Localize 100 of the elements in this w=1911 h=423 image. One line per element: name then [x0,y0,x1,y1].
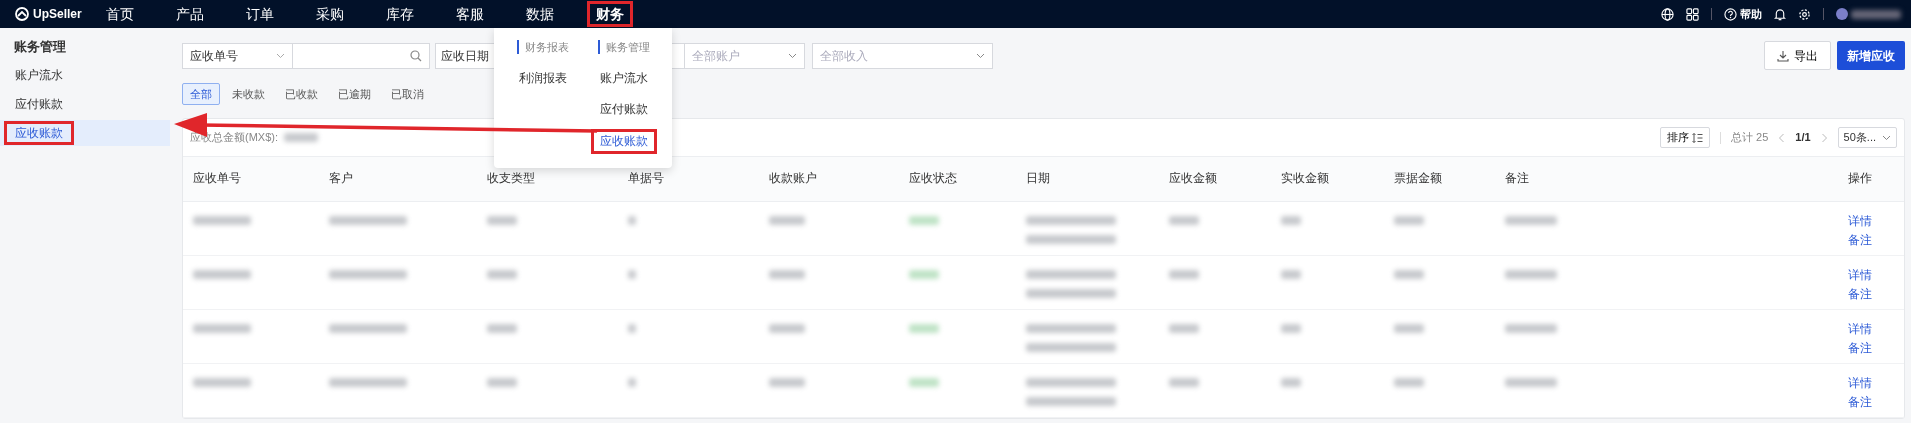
redacted-text [1394,215,1424,225]
redacted-text [1505,269,1557,279]
avatar-icon[interactable] [1836,8,1848,20]
column-header: 应收金额 [1169,172,1217,185]
nav-item[interactable]: 数据 [517,1,563,27]
menu-item[interactable]: 账户流水 [590,66,657,92]
redacted-text [487,269,517,279]
menu-item[interactable]: 应付账款 [590,97,657,123]
search-icon [410,49,422,62]
export-button[interactable]: 导出 [1764,41,1831,70]
column-header: 实收金额 [1281,172,1329,185]
menu-item[interactable]: 应收账款 [590,128,657,154]
redacted-text [628,215,636,225]
redacted-text [1281,377,1301,387]
redacted-text [1281,269,1301,279]
sidebar-item[interactable]: 应收账款 [0,120,170,146]
bell-icon[interactable] [1774,7,1786,21]
redacted-text [1169,323,1199,333]
nav-item[interactable]: 订单 [237,1,283,27]
action-link[interactable]: 详情 [1848,211,1872,231]
sort-button[interactable]: 排序 [1660,127,1710,148]
download-icon [1777,49,1789,62]
column-header: 日期 [1026,172,1050,185]
column-header: 应收状态 [909,172,957,185]
search-field[interactable] [292,42,430,69]
column-header: 客户 [329,172,353,185]
sidebar-item[interactable]: 账户流水 [0,62,170,88]
redacted-text [193,215,251,225]
menu-item[interactable]: 利润报表 [509,66,576,92]
total-count: 总计 25 [1731,130,1769,146]
redacted-text [628,323,636,333]
redacted-text [487,377,517,387]
redacted-text [909,215,939,225]
sort-icon [1692,132,1703,143]
settings-icon[interactable] [1798,7,1811,21]
redacted-text [193,377,251,387]
action-link[interactable]: 备注 [1848,338,1872,358]
column-header: 收款账户 [769,172,817,185]
redacted-text [769,377,805,387]
action-link[interactable]: 备注 [1848,284,1872,304]
redacted-text [487,215,517,225]
redacted-text [1169,377,1199,387]
redacted-text [769,215,805,225]
redacted-text [1169,215,1199,225]
redacted-username [1851,9,1901,19]
nav-item[interactable]: 产品 [167,1,213,27]
logo-text: UpSeller [33,6,82,23]
status-tab[interactable]: 已逾期 [330,83,379,105]
status-tab[interactable]: 全部 [182,83,220,105]
redacted-text [628,269,636,279]
search-type-select[interactable]: 应收单号 [182,42,293,69]
action-link[interactable]: 备注 [1848,392,1872,412]
redacted-text [193,323,251,333]
globe-icon[interactable] [1661,7,1674,21]
redacted-text [1394,323,1424,333]
help-icon[interactable] [1724,7,1737,21]
chevron-down-icon [276,52,285,59]
redacted-text [909,269,939,279]
nav-item[interactable]: 财务 [587,1,633,27]
nav-item[interactable]: 首页 [97,1,143,27]
logo-icon [15,7,29,21]
redacted-text [1281,323,1301,333]
status-tab[interactable]: 已收款 [277,83,326,105]
redacted-text [193,269,251,279]
page-indicator: 1/1 [1795,130,1811,146]
chevron-down-icon [1882,134,1891,141]
nav-item[interactable]: 库存 [377,1,423,27]
redacted-text [769,269,805,279]
menu-group-title: 财务报表 [516,40,569,54]
action-link[interactable]: 详情 [1848,373,1872,393]
status-tab[interactable]: 已取消 [383,83,432,105]
redacted-text [1281,215,1301,225]
column-header: 收支类型 [487,172,535,185]
chevron-down-icon [788,52,797,59]
redacted-text [1505,215,1557,225]
action-link[interactable]: 备注 [1848,230,1872,250]
grid-icon[interactable] [1686,7,1699,21]
nav-item[interactable]: 客服 [447,1,493,27]
status-tab[interactable]: 未收款 [224,83,273,105]
redacted-text [1169,269,1199,279]
column-header: 操作 [1848,172,1872,185]
action-link[interactable]: 详情 [1848,319,1872,339]
redacted-text [909,323,939,333]
page-size-select[interactable]: 50条... [1837,127,1897,148]
action-link[interactable]: 详情 [1848,265,1872,285]
redacted-text [1394,377,1424,387]
chevron-down-icon [976,52,985,59]
redacted-text [487,323,517,333]
redacted-text [1505,323,1557,333]
sidebar-item[interactable]: 应付账款 [0,91,170,117]
column-header: 应收单号 [193,172,241,185]
column-header: 单据号 [628,172,664,185]
add-receivable-button[interactable]: 新增应收 [1837,41,1905,70]
redacted-amount [284,133,318,142]
redacted-text [769,323,805,333]
column-header: 备注 [1505,172,1529,185]
redacted-text [909,377,939,387]
nav-item[interactable]: 采购 [307,1,353,27]
redacted-text [628,377,636,387]
help-link[interactable]: 帮助 [1740,5,1762,23]
